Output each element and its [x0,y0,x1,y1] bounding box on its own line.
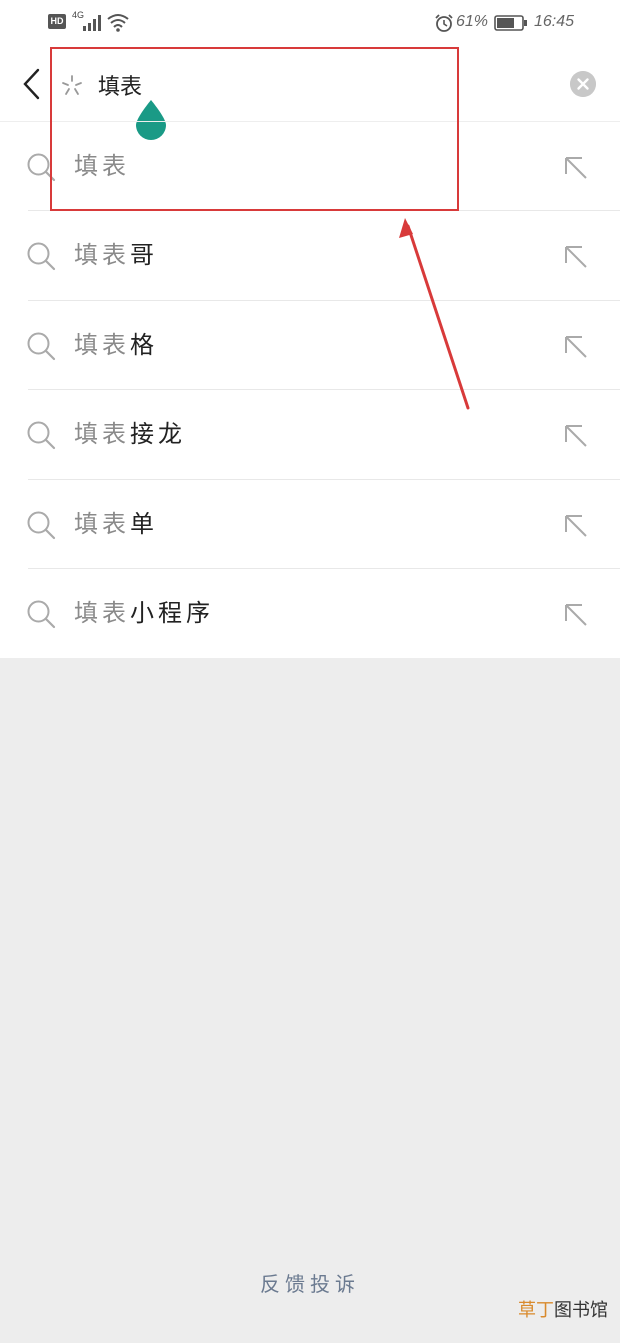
suggestion-text: 填表接龙 [74,420,186,449]
feedback-link[interactable]: 反馈投诉 [0,1268,620,1297]
suggestion-text: 填表小程序 [74,598,214,627]
search-icon [27,242,56,271]
signal-icon [83,15,101,31]
battery-icon [494,15,527,31]
alarm-icon [435,14,453,32]
annotation-arrow-icon [399,218,470,410]
suggestion-item[interactable]: 填表哥 [0,211,620,301]
fill-query-arrow-icon[interactable] [560,510,590,540]
suggestion-item[interactable]: 填表小程序 [0,569,620,658]
battery-percent: 61% [456,13,489,30]
fill-query-arrow-icon[interactable] [560,420,590,450]
search-icon [27,511,56,539]
suggestion-item[interactable]: 填表接龙 [0,390,620,480]
search-icon [27,600,56,629]
fill-query-arrow-icon[interactable] [560,599,590,629]
clock: 16:45 [534,13,575,30]
fill-query-arrow-icon[interactable] [560,152,590,182]
suggestion-text: 填表哥 [74,241,158,270]
hd-badge: HD [48,14,66,29]
wifi-icon [107,14,129,32]
back-arrow-icon[interactable] [18,66,46,102]
annotation-highlight-box [50,47,459,211]
clear-circle-icon[interactable] [570,71,596,97]
watermark: 草丁图书馆 [518,1300,608,1321]
suggestion-item[interactable]: 填表单 [0,480,620,569]
fill-query-arrow-icon[interactable] [560,241,590,271]
suggestion-text: 填表格 [74,330,158,359]
search-icon [27,332,56,360]
status-bar: HD 4G 61% 16:45 [0,0,620,46]
search-icon [27,421,56,450]
suggestion-text: 填表单 [74,509,158,538]
suggestion-item[interactable]: 填表格 [0,301,620,391]
fill-query-arrow-icon[interactable] [560,331,590,361]
